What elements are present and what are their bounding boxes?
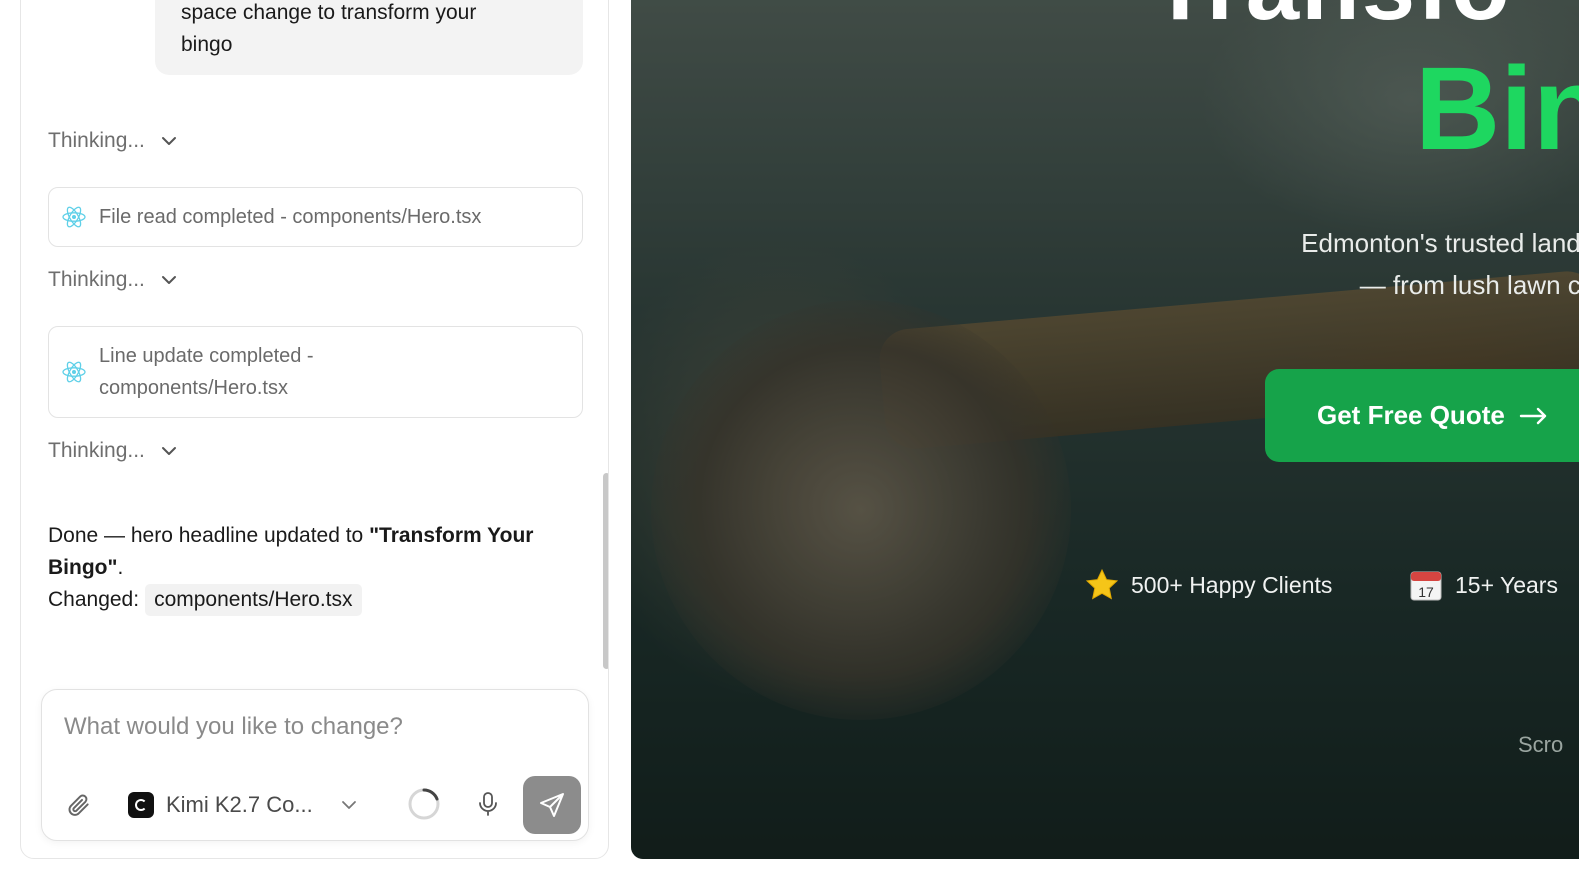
tool-event-label-line: components/Hero.tsx xyxy=(99,377,288,399)
chevron-down-icon xyxy=(161,137,176,145)
tool-event-label-line: Line update completed - xyxy=(99,345,314,367)
composer: Kimi K2.7 Co... xyxy=(41,689,589,841)
thinking-label: Thinking... xyxy=(48,268,145,291)
send-icon xyxy=(540,793,564,817)
loading-spinner-icon xyxy=(408,788,440,820)
react-icon xyxy=(62,361,86,383)
stat-happy-clients: 500+ Happy Clients xyxy=(1085,568,1332,602)
chevron-down-icon xyxy=(161,276,176,284)
chat-panel: space change to transform your bingo Thi… xyxy=(20,0,609,859)
thinking-label: Thinking... xyxy=(48,129,145,152)
assistant-prefix: Done — hero headline updated to xyxy=(48,524,370,547)
cta-label: Get Free Quote xyxy=(1317,400,1505,430)
tool-event-label: Line update completed - components/Hero.… xyxy=(99,340,314,404)
model-name: Kimi K2.7 Co... xyxy=(166,792,313,817)
tool-event-card[interactable]: File read completed - components/Hero.ts… xyxy=(48,187,583,247)
composer-toolbar: Kimi K2.7 Co... xyxy=(42,776,588,834)
site-preview: Transfo Bin Edmonton's trusted landscapi… xyxy=(631,0,1579,859)
user-message-line: bingo xyxy=(181,33,233,56)
scroll-hint: Scro xyxy=(1518,732,1564,757)
model-selector[interactable]: Kimi K2.7 Co... xyxy=(128,786,359,824)
arrow-right-icon xyxy=(1519,407,1547,424)
chevron-down-icon xyxy=(341,801,356,809)
react-icon xyxy=(62,206,86,228)
send-button[interactable] xyxy=(523,776,581,834)
thinking-toggle[interactable]: Thinking... xyxy=(48,129,179,153)
changed-file-chip: components/Hero.tsx xyxy=(145,584,362,616)
assistant-message: Done — hero headline updated to "Transfo… xyxy=(48,520,588,616)
stat-years: 17 15+ Years xyxy=(1409,568,1558,602)
microphone-icon[interactable] xyxy=(476,791,500,817)
svg-text:17: 17 xyxy=(1418,584,1434,600)
hero-subtitle: Edmonton's trusted landscaping experts d… xyxy=(979,222,1579,306)
prompt-input[interactable] xyxy=(62,712,566,742)
calendar-icon: 17 xyxy=(1410,571,1442,601)
user-message-line: space change to transform your xyxy=(181,1,477,24)
changed-label: Changed: xyxy=(48,588,140,611)
star-icon xyxy=(1085,568,1119,600)
tool-event-label: File read completed - components/Hero.ts… xyxy=(99,206,482,228)
user-message-bubble: space change to transform your bingo xyxy=(155,0,583,75)
thinking-toggle[interactable]: Thinking... xyxy=(48,268,179,292)
thinking-label: Thinking... xyxy=(48,439,145,462)
hero-subtitle-line: Edmonton's trusted landscaping experts d… xyxy=(1301,228,1579,258)
hero-title-top: Transfo xyxy=(1151,0,1512,42)
hero-title-green: Bin xyxy=(1415,43,1579,175)
stat-label: 500+ Happy Clients xyxy=(1131,571,1333,598)
assistant-suffix: . xyxy=(117,556,124,579)
get-free-quote-button[interactable]: Get Free Quote xyxy=(1265,369,1579,462)
chevron-down-icon xyxy=(161,447,176,455)
paperclip-icon[interactable] xyxy=(66,792,92,818)
tool-event-card[interactable]: Line update completed - components/Hero.… xyxy=(48,326,583,418)
model-logo-icon xyxy=(128,792,154,818)
scrollbar-thumb[interactable] xyxy=(603,473,608,669)
hero-subtitle-line: — from lush lawn care to full landscap xyxy=(1359,270,1579,300)
stat-label: 15+ Years xyxy=(1455,571,1558,598)
thinking-toggle[interactable]: Thinking... xyxy=(48,439,179,463)
